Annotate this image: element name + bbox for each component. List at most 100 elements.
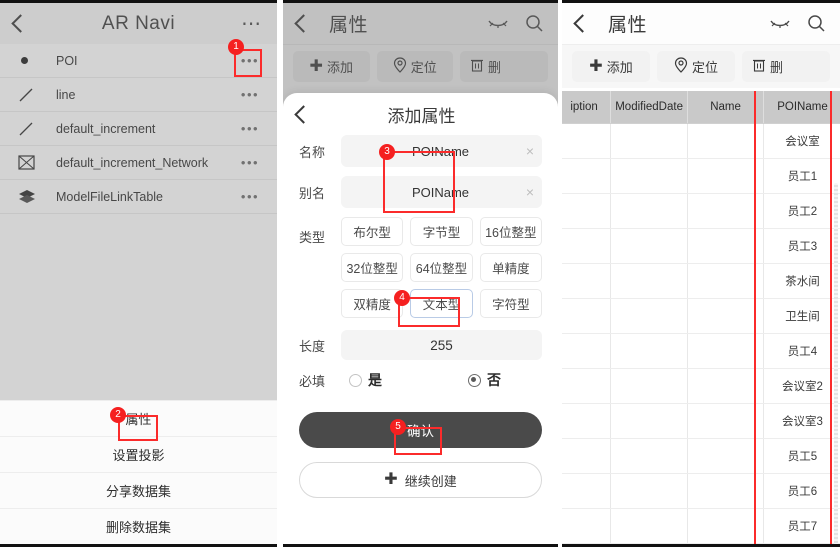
required-no-radio[interactable]: 否	[468, 370, 501, 390]
cell[interactable]	[687, 158, 765, 194]
cell[interactable]	[610, 508, 689, 544]
search-icon[interactable]	[807, 14, 826, 33]
cell[interactable]	[687, 368, 765, 404]
cell[interactable]	[562, 543, 612, 544]
list-item-more-icon[interactable]: •••	[237, 190, 263, 203]
cell-poiname[interactable]: 卫生间	[763, 298, 840, 334]
cell[interactable]	[610, 298, 689, 334]
cell-poiname[interactable]: 员工8	[763, 543, 840, 544]
vertical-scrollbar[interactable]	[834, 183, 838, 544]
confirm-button[interactable]: 确认	[299, 412, 542, 448]
cell[interactable]	[610, 473, 689, 509]
table-row[interactable]: 会议室3	[562, 403, 840, 439]
cell[interactable]	[562, 263, 612, 299]
cell[interactable]	[610, 228, 689, 264]
cell[interactable]	[562, 403, 612, 439]
required-yes-radio[interactable]: 是	[349, 370, 382, 390]
type-option-byte[interactable]: 字节型	[410, 217, 473, 246]
cell-poiname[interactable]: 员工1	[763, 158, 840, 194]
list-item[interactable]: line •••	[0, 78, 277, 112]
cell[interactable]	[687, 438, 765, 474]
cell[interactable]	[687, 193, 765, 229]
list-item-more-icon[interactable]: •••	[237, 122, 263, 135]
cell[interactable]	[562, 298, 612, 334]
column-header-poiname[interactable]: POIName	[763, 91, 840, 124]
table-row[interactable]: 员工6	[562, 473, 840, 509]
cell-poiname[interactable]: 员工3	[763, 228, 840, 264]
table-row[interactable]: 会议室	[562, 123, 840, 159]
cell-poiname[interactable]: 员工4	[763, 333, 840, 369]
cell[interactable]	[610, 193, 689, 229]
cell-poiname[interactable]: 员工5	[763, 438, 840, 474]
cell-poiname[interactable]: 茶水间	[763, 263, 840, 299]
delete-button[interactable]: 删	[742, 51, 830, 82]
cell[interactable]	[562, 228, 612, 264]
cell-poiname[interactable]: 员工6	[763, 473, 840, 509]
menu-item-delete-dataset[interactable]: 删除数据集	[0, 508, 277, 544]
cell[interactable]	[610, 438, 689, 474]
table-row[interactable]: 员工3	[562, 228, 840, 264]
cell-poiname[interactable]: 员工2	[763, 193, 840, 229]
clear-icon[interactable]: ×	[518, 184, 542, 200]
cell[interactable]	[610, 263, 689, 299]
menu-item-attributes[interactable]: 属性	[0, 400, 277, 436]
type-option-bool[interactable]: 布尔型	[341, 217, 404, 246]
cell-poiname[interactable]: 会议室2	[763, 368, 840, 404]
cell[interactable]	[562, 438, 612, 474]
cell[interactable]	[610, 543, 689, 544]
type-option-single[interactable]: 单精度	[479, 253, 542, 282]
column-header-description[interactable]: iption	[562, 91, 612, 124]
type-option-char[interactable]: 字符型	[479, 289, 542, 318]
cell[interactable]	[562, 333, 612, 369]
table-row[interactable]: 员工2	[562, 193, 840, 229]
type-option-int32[interactable]: 32位整型	[341, 253, 404, 282]
cell-poiname[interactable]: 会议室	[763, 123, 840, 159]
cell[interactable]	[610, 368, 689, 404]
cell[interactable]	[562, 123, 612, 159]
table-row[interactable]: 员工7	[562, 508, 840, 544]
table-row[interactable]: 员工1	[562, 158, 840, 194]
list-item-more-icon[interactable]: •••	[237, 88, 263, 101]
length-input[interactable]: 255	[341, 330, 542, 360]
add-button[interactable]: ✚ 添加	[572, 51, 650, 82]
cell[interactable]	[610, 158, 689, 194]
table-row[interactable]: 员工4	[562, 333, 840, 369]
more-horizontal-icon[interactable]: ⋯	[241, 14, 263, 34]
locate-button[interactable]: 定位	[657, 51, 735, 82]
cell[interactable]	[687, 298, 765, 334]
cell[interactable]	[687, 123, 765, 159]
cell[interactable]	[562, 368, 612, 404]
table-row[interactable]: 卫生间	[562, 298, 840, 334]
type-option-int64[interactable]: 64位整型	[410, 253, 473, 282]
name-input[interactable]: POIName ×	[341, 135, 542, 167]
list-item-more-icon[interactable]: •••	[237, 156, 263, 169]
cell[interactable]	[610, 123, 689, 159]
cell[interactable]	[610, 333, 689, 369]
cell[interactable]	[687, 403, 765, 439]
list-item[interactable]: default_increment •••	[0, 112, 277, 146]
cell[interactable]	[562, 508, 612, 544]
cell[interactable]	[562, 193, 612, 229]
menu-item-share-dataset[interactable]: 分享数据集	[0, 472, 277, 508]
list-item-more-icon[interactable]: •••	[237, 54, 263, 67]
cell[interactable]	[687, 543, 765, 544]
cell[interactable]	[562, 158, 612, 194]
cell[interactable]	[687, 473, 765, 509]
list-item[interactable]: ModelFileLinkTable •••	[0, 180, 277, 214]
cell[interactable]	[562, 473, 612, 509]
table-row[interactable]: 员工5	[562, 438, 840, 474]
column-header-name[interactable]: Name	[687, 91, 765, 124]
cell[interactable]	[687, 508, 765, 544]
cell[interactable]	[687, 228, 765, 264]
type-option-text[interactable]: 文本型	[410, 289, 473, 318]
table-row[interactable]: 员工8	[562, 543, 840, 544]
eye-closed-icon[interactable]	[769, 17, 791, 31]
table-row[interactable]: 会议室2	[562, 368, 840, 404]
clear-icon[interactable]: ×	[518, 143, 542, 159]
cell[interactable]	[610, 403, 689, 439]
back-button[interactable]	[11, 12, 36, 36]
menu-item-set-projection[interactable]: 设置投影	[0, 436, 277, 472]
cell[interactable]	[687, 333, 765, 369]
cell[interactable]	[687, 263, 765, 299]
alias-input[interactable]: POIName ×	[341, 176, 542, 208]
